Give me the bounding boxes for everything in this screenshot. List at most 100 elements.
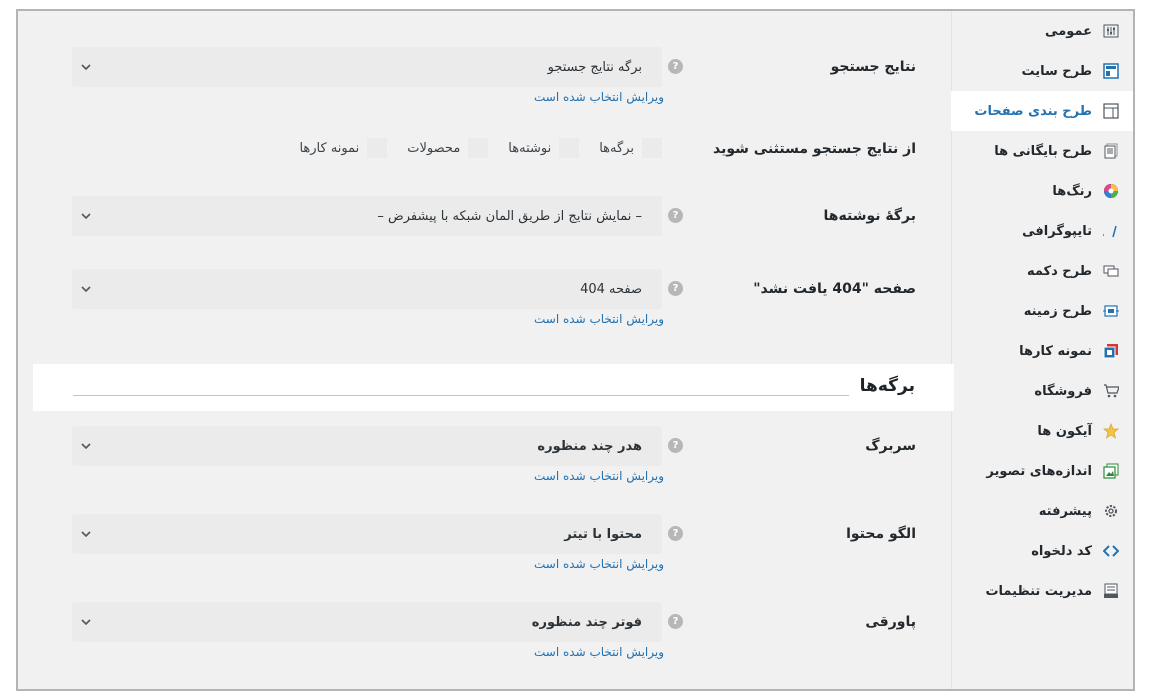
edit-selected-link[interactable]: ویرایش انتخاب شده است bbox=[534, 312, 664, 326]
help-icon[interactable]: ? bbox=[668, 438, 683, 453]
header-select[interactable]: هدر چند منظوره bbox=[72, 426, 662, 466]
typography-icon: A bbox=[1102, 222, 1120, 240]
footer-select[interactable]: فوتر چند منظوره bbox=[72, 602, 662, 642]
search-results-select[interactable]: برگه نتایج جستجو bbox=[72, 47, 662, 87]
code-icon bbox=[1102, 542, 1120, 560]
posts-page-select[interactable]: – نمایش نتایج از طریق المان شبکه با پیشف… bbox=[72, 196, 662, 236]
footer-label: پاورقی bbox=[865, 614, 916, 630]
content-template-select[interactable]: محتوا با تیتر bbox=[72, 514, 662, 554]
sidebar-item[interactable]: طرح بایگانی ها bbox=[952, 131, 1133, 171]
help-icon[interactable]: ? bbox=[668, 59, 683, 74]
sidebar-item-label: اندازه‌های تصویر bbox=[986, 463, 1092, 479]
posts-page-value: – نمایش نتایج از طریق المان شبکه با پیشف… bbox=[377, 208, 642, 224]
edit-selected-link[interactable]: ویرایش انتخاب شده است bbox=[534, 90, 664, 104]
sidebar-item-label: عمومی bbox=[1045, 23, 1092, 39]
chevron-down-icon bbox=[81, 619, 91, 626]
sidebar-item-label: آیکون ها bbox=[1037, 423, 1092, 439]
sidebar-item-label: طرح زمینه bbox=[1023, 303, 1092, 319]
site-layout-icon bbox=[1102, 62, 1120, 80]
pages-section-header: برگه‌ها bbox=[33, 364, 954, 411]
posts-page-label: برگهٔ نوشته‌ها bbox=[823, 208, 916, 224]
help-icon[interactable]: ? bbox=[668, 614, 683, 629]
sidebar-item[interactable]: عمومی bbox=[952, 11, 1133, 51]
header-value: هدر چند منظوره bbox=[537, 438, 642, 454]
page-layout-icon bbox=[1102, 102, 1120, 120]
not-found-select[interactable]: صفحه 404 bbox=[72, 269, 662, 309]
sidebar-item[interactable]: طرح بندی صفحات bbox=[951, 91, 1133, 131]
sidebar-item[interactable]: اندازه‌های تصویر bbox=[952, 451, 1133, 491]
sidebar-item-label: طرح بایگانی ها bbox=[994, 143, 1092, 159]
sidebar-item[interactable]: کد دلخواه bbox=[952, 531, 1133, 571]
gear-icon bbox=[1102, 502, 1120, 520]
sidebar-item-label: نمونه کارها bbox=[1019, 343, 1092, 359]
sidebar-item-label: مدیریت تنظیمات bbox=[985, 583, 1092, 599]
cart-icon bbox=[1102, 382, 1120, 400]
checkbox-label: نوشته‌ها bbox=[508, 140, 552, 156]
not-found-label: صفحه "404 یافت نشد" bbox=[753, 281, 916, 297]
sidebar-item-label: طرح بندی صفحات bbox=[974, 103, 1092, 119]
settings-content: نتایج جستجو ? برگه نتایج جستجو ویرایش ان… bbox=[18, 11, 954, 689]
chevron-down-icon bbox=[81, 531, 91, 538]
portfolio-icon bbox=[1102, 342, 1120, 360]
color-wheel-icon bbox=[1102, 182, 1120, 200]
chevron-down-icon bbox=[81, 286, 91, 293]
exclude-posts-checkbox[interactable]: نوشته‌ها bbox=[508, 138, 581, 158]
content-template-value: محتوا با تیتر bbox=[564, 526, 642, 542]
chevron-down-icon bbox=[81, 64, 91, 71]
image-sizes-icon bbox=[1102, 462, 1120, 480]
sidebar-item-label: رنگ‌ها bbox=[1052, 183, 1092, 199]
checkbox-label: محصولات bbox=[407, 140, 461, 156]
sidebar-item-label: پیشرفته bbox=[1038, 503, 1092, 519]
help-icon[interactable]: ? bbox=[668, 208, 683, 223]
header-label: سربرگ bbox=[865, 438, 916, 454]
checkbox-label: نمونه کارها bbox=[299, 140, 360, 156]
chevron-down-icon bbox=[81, 443, 91, 450]
help-icon[interactable]: ? bbox=[668, 526, 683, 541]
sidebar-item-label: کد دلخواه bbox=[1031, 543, 1092, 559]
settings-sidebar: عمومی طرح سایت طرح بندی صفحات طرح بایگانی ه… bbox=[951, 11, 1133, 689]
sidebar-item[interactable]: طرح سایت bbox=[952, 51, 1133, 91]
settings-window: عمومی طرح سایت طرح بندی صفحات طرح بایگانی ه… bbox=[16, 9, 1135, 691]
archive-icon bbox=[1102, 142, 1120, 160]
checkbox[interactable] bbox=[367, 138, 388, 158]
sidebar-item[interactable]: رنگ‌ها bbox=[952, 171, 1133, 211]
sidebar-item-label: طرح سایت bbox=[1021, 63, 1092, 79]
exclude-products-checkbox[interactable]: محصولات bbox=[407, 138, 490, 158]
exclude-search-label: از نتایج جستجو مستثنی شوید bbox=[713, 141, 916, 157]
exclude-pages-checkbox[interactable]: برگه‌ها bbox=[599, 138, 664, 158]
chevron-down-icon bbox=[81, 213, 91, 220]
sidebar-item[interactable]: طرح دکمه bbox=[952, 251, 1133, 291]
sidebar-item[interactable]: نمونه کارها bbox=[952, 331, 1133, 371]
sidebar-item[interactable]: آیکون ها bbox=[952, 411, 1133, 451]
edit-selected-link[interactable]: ویرایش انتخاب شده است bbox=[534, 469, 664, 483]
footer-value: فوتر چند منظوره bbox=[531, 614, 642, 630]
help-icon[interactable]: ? bbox=[668, 281, 683, 296]
edit-selected-link[interactable]: ویرایش انتخاب شده است bbox=[534, 645, 664, 659]
not-found-value: صفحه 404 bbox=[580, 281, 642, 297]
settings-manager-icon bbox=[1102, 582, 1120, 600]
sidebar-item-label: طرح دکمه bbox=[1026, 263, 1092, 279]
checkbox[interactable] bbox=[559, 138, 580, 158]
content-template-label: الگو محتوا bbox=[846, 526, 916, 542]
sidebar-item-label: فروشگاه bbox=[1034, 383, 1092, 399]
search-results-label: نتایج جستجو bbox=[830, 59, 916, 75]
exclude-search-options: برگه‌ها نوشته‌ها محصولات نمونه کارها bbox=[299, 138, 664, 158]
divider bbox=[73, 395, 849, 396]
sidebar-item[interactable]: فروشگاه bbox=[952, 371, 1133, 411]
sidebar-item[interactable]: پیشرفته bbox=[952, 491, 1133, 531]
checkbox[interactable] bbox=[642, 138, 662, 158]
sidebar-item[interactable]: مدیریت تنظیمات bbox=[952, 571, 1133, 611]
edit-selected-link[interactable]: ویرایش انتخاب شده است bbox=[534, 557, 664, 571]
exclude-portfolio-checkbox[interactable]: نمونه کارها bbox=[299, 138, 389, 158]
section-title: برگه‌ها bbox=[859, 376, 915, 396]
sidebar-item[interactable]: طرح زمینه bbox=[952, 291, 1133, 331]
sidebar-item[interactable]: A تایپوگرافی bbox=[952, 211, 1133, 251]
checkbox-label: برگه‌ها bbox=[599, 140, 634, 156]
star-icon bbox=[1102, 422, 1120, 440]
checkbox[interactable] bbox=[468, 138, 489, 158]
background-icon bbox=[1102, 302, 1120, 320]
button-icon bbox=[1102, 262, 1120, 280]
sidebar-item-label: تایپوگرافی bbox=[1022, 223, 1092, 239]
svg-text:A: A bbox=[1103, 225, 1104, 239]
search-results-value: برگه نتایج جستجو bbox=[547, 59, 642, 75]
